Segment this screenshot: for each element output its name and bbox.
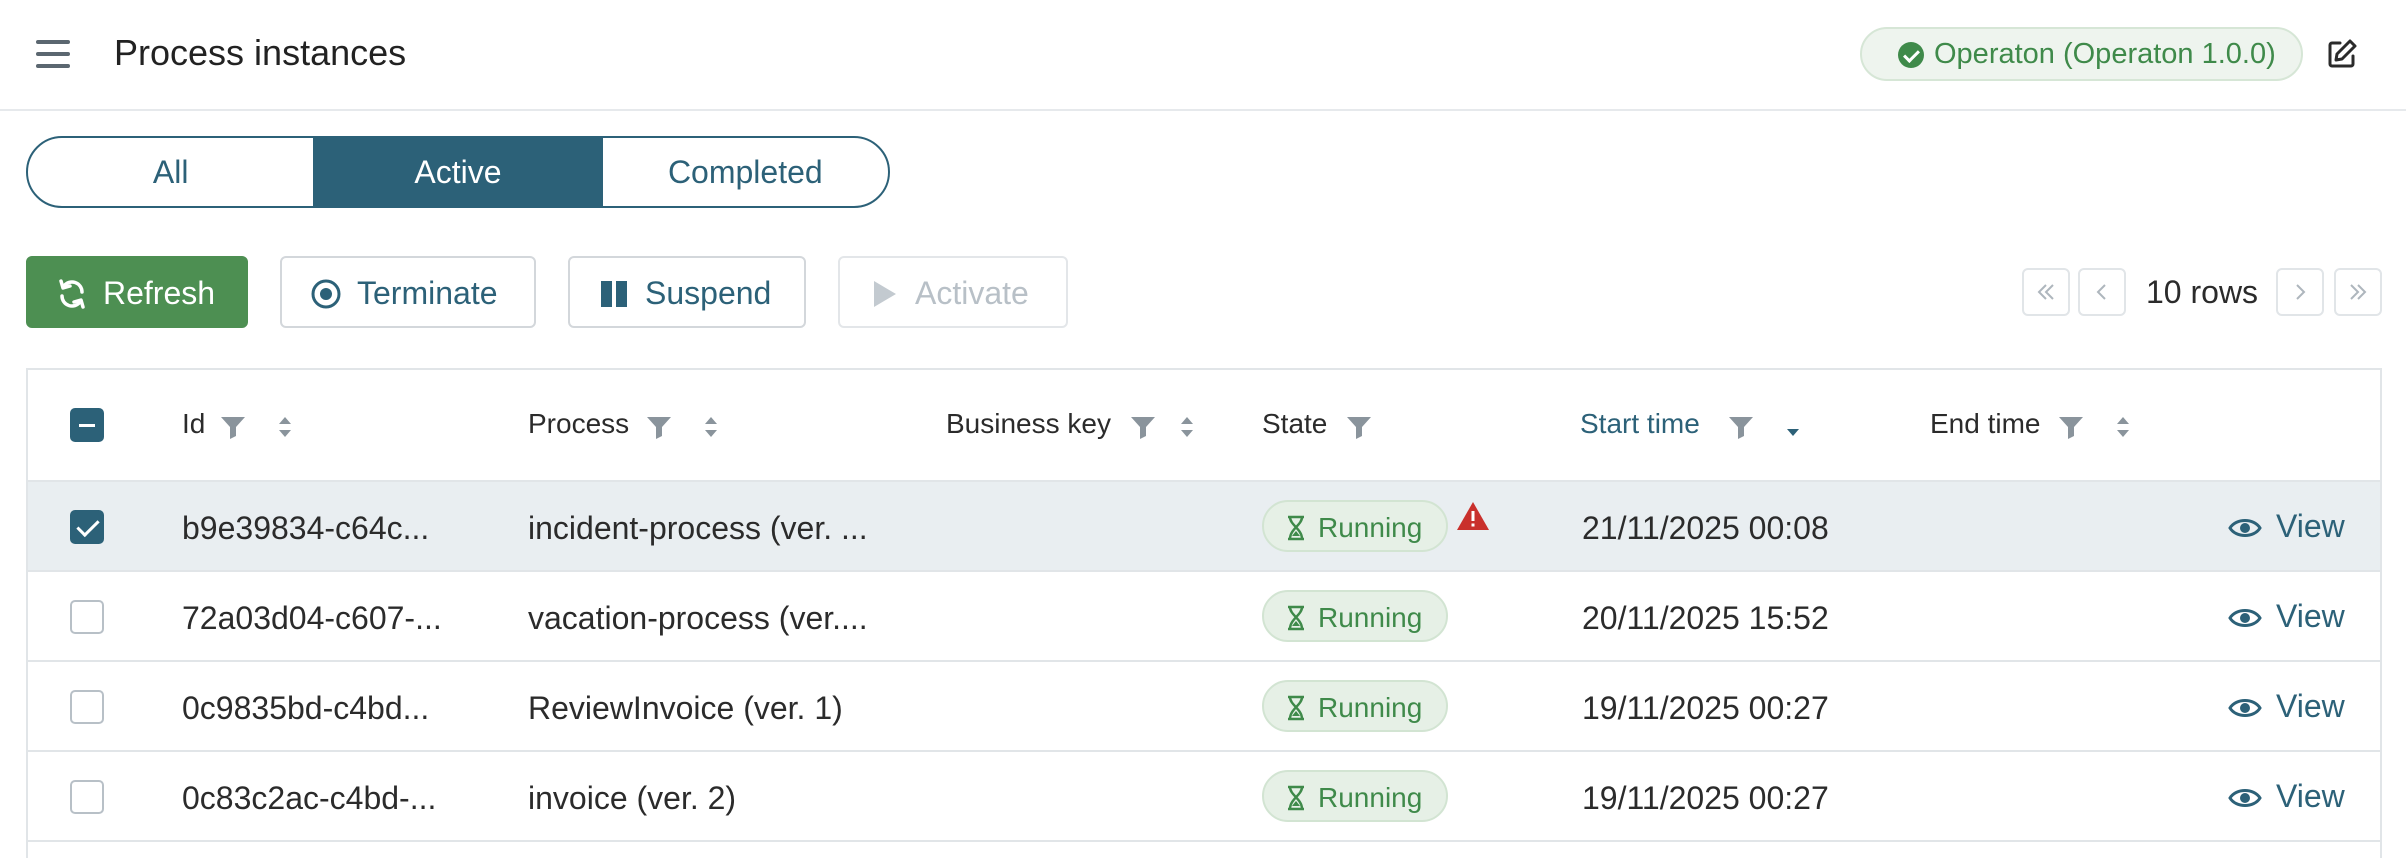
eye-icon (2228, 519, 2262, 537)
state-label: Running (1318, 692, 1423, 723)
table-row[interactable]: b9e39834-c64c... incident-process (ver. … (28, 482, 2380, 572)
process-name: invoice (ver. 2) (528, 780, 737, 816)
next-page-button[interactable] (2276, 268, 2324, 316)
filter-icon[interactable] (2058, 414, 2084, 440)
hourglass-icon (1288, 605, 1304, 631)
start-time: 20/11/2025 15:52 (1582, 600, 1829, 636)
edit-icon[interactable] (2326, 38, 2358, 70)
process-instances-table: Id Process Business key State Start time… (26, 368, 2382, 858)
hourglass-icon (1288, 515, 1304, 541)
prev-page-button[interactable] (2078, 268, 2126, 316)
tab-completed[interactable]: Completed (600, 138, 888, 206)
menu-icon[interactable] (36, 40, 70, 68)
eye-icon (2228, 699, 2262, 717)
filter-icon[interactable] (1130, 414, 1156, 440)
view-label: View (2276, 508, 2345, 544)
instance-id: 0c9835bd-c4bd... (182, 690, 430, 726)
column-header-process[interactable]: Process (528, 408, 629, 440)
state-tabs: All Active Completed (26, 136, 890, 208)
next-page-icon (2296, 284, 2306, 300)
suspend-button[interactable]: Suspend (568, 256, 806, 328)
start-time: 21/11/2025 00:08 (1582, 510, 1829, 546)
page-title: Process instances (114, 32, 407, 73)
row-checkbox[interactable] (70, 690, 104, 724)
prev-page-icon (2096, 284, 2106, 300)
instance-id: b9e39834-c64c... (182, 510, 430, 546)
activate-button[interactable]: Activate (838, 256, 1068, 328)
sort-icon[interactable] (276, 414, 294, 440)
activate-label: Activate (915, 275, 1029, 311)
play-icon (874, 281, 896, 307)
select-all-checkbox[interactable] (70, 408, 104, 442)
state-badge: Running (1262, 770, 1448, 822)
check-circle-icon (1898, 42, 1924, 68)
last-page-icon (2350, 284, 2367, 300)
table-header: Id Process Business key State Start time… (28, 370, 2380, 482)
engine-label: Operaton (Operaton 1.0.0) (1934, 37, 2276, 70)
state-label: Running (1318, 782, 1423, 813)
pause-icon (601, 281, 627, 307)
sort-icon[interactable] (2114, 414, 2132, 440)
view-label: View (2276, 598, 2345, 634)
state-label: Running (1318, 602, 1423, 633)
first-page-button[interactable] (2022, 268, 2070, 316)
state-label: Running (1318, 512, 1423, 543)
column-header-end-time[interactable]: End time (1930, 408, 2041, 440)
sort-icon[interactable] (1178, 414, 1196, 440)
table-row[interactable]: 0c9835bd-c4bd... ReviewInvoice (ver. 1) … (28, 662, 2380, 752)
start-time: 19/11/2025 00:27 (1582, 690, 1829, 726)
sort-descending-icon[interactable] (1784, 414, 1802, 440)
eye-icon (2228, 609, 2262, 627)
instance-id: 72a03d04-c607-... (182, 600, 442, 636)
column-header-start-time[interactable]: Start time (1580, 408, 1700, 440)
filter-icon[interactable] (220, 414, 246, 440)
state-badge: Running (1262, 680, 1448, 732)
suspend-label: Suspend (645, 275, 772, 311)
sort-icon[interactable] (702, 414, 720, 440)
stop-circle-icon (311, 279, 341, 309)
column-header-state[interactable]: State (1262, 408, 1327, 440)
refresh-button[interactable]: Refresh (26, 256, 248, 328)
state-badge: Running (1262, 590, 1448, 642)
filter-icon[interactable] (1346, 414, 1372, 440)
view-label: View (2276, 778, 2345, 814)
first-page-icon (2037, 284, 2054, 300)
tab-all[interactable]: All (28, 138, 313, 206)
terminate-label: Terminate (357, 275, 498, 311)
column-header-id[interactable]: Id (182, 408, 205, 440)
process-name: ReviewInvoice (ver. 1) (528, 690, 843, 726)
row-checkbox[interactable] (70, 780, 104, 814)
refresh-label: Refresh (103, 275, 216, 311)
warning-icon[interactable] (1456, 500, 1490, 532)
table-row[interactable]: 0c83c2ac-c4bd-... invoice (ver. 2) Runni… (28, 752, 2380, 842)
column-header-business-key[interactable]: Business key (946, 408, 1111, 440)
hourglass-icon (1288, 695, 1304, 721)
state-badge: Running (1262, 500, 1448, 552)
start-time: 19/11/2025 00:27 (1582, 780, 1829, 816)
process-name: vacation-process (ver.... (528, 600, 868, 636)
engine-status-badge[interactable]: Operaton (Operaton 1.0.0) (1860, 27, 2303, 81)
tab-active[interactable]: Active (313, 138, 601, 206)
table-row[interactable]: 72a03d04-c607-... vacation-process (ver.… (28, 572, 2380, 662)
rows-per-page[interactable]: 10 rows (2146, 274, 2258, 311)
view-label: View (2276, 688, 2345, 724)
filter-icon[interactable] (646, 414, 672, 440)
row-checkbox[interactable] (70, 600, 104, 634)
refresh-icon (59, 279, 85, 309)
last-page-button[interactable] (2334, 268, 2382, 316)
eye-icon (2228, 789, 2262, 807)
row-checkbox[interactable] (70, 510, 104, 544)
process-name: incident-process (ver. ... (528, 510, 868, 546)
hourglass-icon (1288, 785, 1304, 811)
top-bar: Process instances Operaton (Operaton 1.0… (0, 0, 2406, 111)
terminate-button[interactable]: Terminate (280, 256, 536, 328)
filter-icon[interactable] (1728, 414, 1754, 440)
instance-id: 0c83c2ac-c4bd-... (182, 780, 437, 816)
